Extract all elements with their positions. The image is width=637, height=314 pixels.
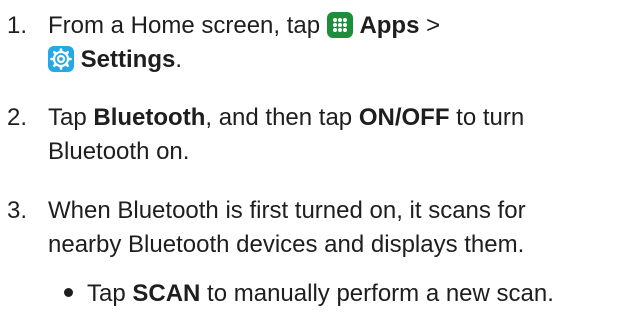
step-line: When Bluetooth is first turned on, it sc…: [48, 197, 526, 224]
step-text-segment: , and then tap: [205, 104, 359, 131]
onoff-label: ON/OFF: [358, 104, 450, 131]
bullet-text-segment: Tap: [87, 280, 133, 307]
step-number: 3.: [7, 197, 28, 224]
step-line: From a Home screen, tap Apps >: [48, 9, 633, 43]
step-text: When Bluetooth is first turned on, it sc…: [48, 194, 633, 262]
apps-label: Apps: [359, 12, 420, 39]
scan-label: SCAN: [132, 280, 201, 307]
step-line: Settings.: [48, 43, 633, 77]
step-number: 2.: [7, 104, 28, 131]
bluetooth-label: Bluetooth: [93, 104, 206, 131]
step-text: Tap Bluetooth, and then tap ON/OFF to tu…: [48, 101, 633, 169]
step-text: From a Home screen, tap Apps > Settings.: [48, 9, 633, 77]
separator-text: >: [419, 12, 441, 39]
step-line: nearby Bluetooth devices and displays th…: [48, 231, 525, 258]
step-number: 1.: [7, 12, 28, 39]
step-line: Tap Bluetooth, and then tap ON/OFF to tu…: [48, 101, 633, 135]
step-text-segment: to turn: [449, 104, 525, 131]
step-text-segment: Tap: [48, 104, 94, 131]
step-line: Bluetooth on.: [48, 138, 190, 165]
bullet-item-scan: Tap SCAN to manually perform a new scan.: [64, 277, 554, 311]
bullet-dot: [64, 288, 73, 297]
settings-label: Settings: [80, 46, 176, 73]
settings-gear-icon: [48, 46, 74, 72]
step-text-segment: .: [175, 46, 183, 73]
bullet-text-segment: to manually perform a new scan.: [200, 280, 554, 307]
step-text-segment: From a Home screen, tap: [48, 12, 327, 39]
apps-grid-icon: [326, 12, 353, 38]
